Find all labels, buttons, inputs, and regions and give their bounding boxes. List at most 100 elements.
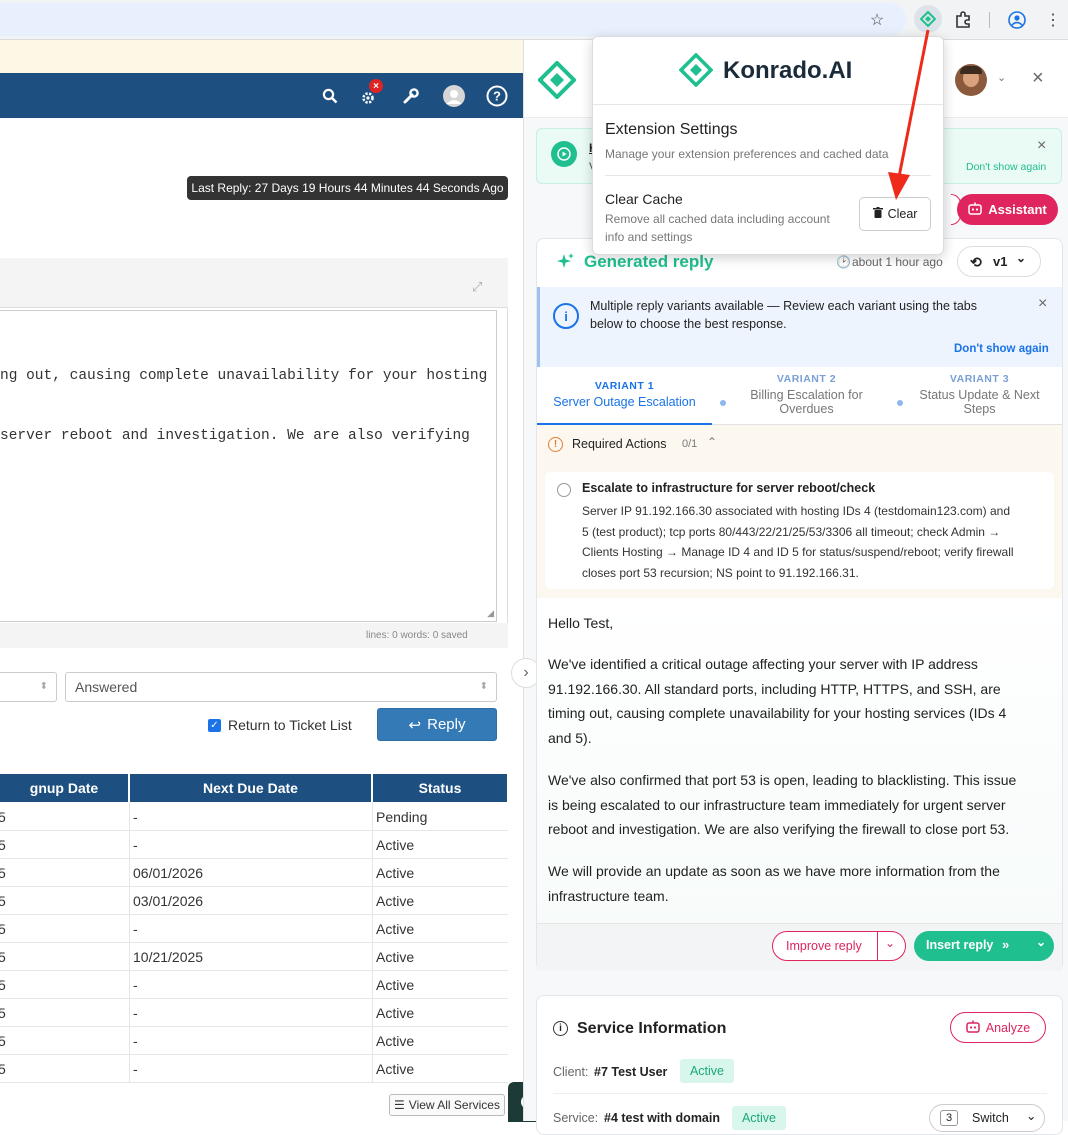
editor-text-line: server reboot and investigation. We are … <box>0 428 470 444</box>
cell-status: Active <box>376 837 415 853</box>
help-icon[interactable]: ? <box>485 84 509 108</box>
cell-next-due-date: - <box>133 977 138 993</box>
cell-status: Active <box>376 893 415 909</box>
table-row[interactable]: 5 - Active <box>0 999 508 1027</box>
editor-footer: lines: 0 words: 0 saved <box>0 623 508 648</box>
return-label: Return to Ticket List <box>228 717 352 733</box>
play-icon[interactable] <box>551 141 577 167</box>
user-menu-chevron-icon[interactable]: ⌄ <box>997 71 1006 84</box>
cell-signup-date: 5 <box>0 1005 6 1021</box>
table-row[interactable]: 5 - Active <box>0 1055 508 1083</box>
table-row[interactable]: 5 03/01/2026 Active <box>0 887 508 915</box>
analyze-button[interactable]: Analyze <box>950 1012 1046 1043</box>
assistant-bot-icon <box>968 202 982 218</box>
version-select[interactable]: ⟲ v1 ⌄ <box>957 246 1041 277</box>
reply-line: is being escalated to our infrastructure… <box>548 796 1006 813</box>
insert-dropdown-chevron-icon[interactable]: ⌄ <box>1036 935 1046 949</box>
tab-title: Server Outage Escalation <box>553 395 696 409</box>
fullscreen-icon[interactable]: ⤢ <box>472 279 482 295</box>
reply-line: We've also confirmed that port 53 is ope… <box>548 772 1017 788</box>
select-arrows-icon: ⬍ <box>479 681 488 692</box>
annotation-arrow-icon <box>888 29 930 200</box>
tab-variant-3[interactable]: VARIANT 3 Status Update & Next Steps <box>897 367 1062 425</box>
view-all-services-button[interactable]: ☰ View All Services <box>389 1094 505 1116</box>
reply-line: and 5). <box>548 729 592 746</box>
avatar-icon[interactable] <box>442 84 466 108</box>
variants-banner-close-icon[interactable]: × <box>1038 295 1047 313</box>
action-line: Server IP 91.192.166.30 associated with … <box>582 504 1011 518</box>
last-reply-badge: Last Reply: 27 Days 19 Hours 44 Minutes … <box>187 176 508 200</box>
table-row[interactable]: 5 06/01/2026 Active <box>0 859 508 887</box>
reply-line: 91.192.166.30. All standard ports, inclu… <box>548 680 1001 697</box>
switch-label: Switch <box>972 1111 1009 1125</box>
editor-toolbar: ⤢ <box>0 258 508 308</box>
reply-body[interactable]: Hello Test, We've identified a critical … <box>537 598 1062 923</box>
profile-icon[interactable] <box>1005 8 1029 32</box>
address-bar[interactable] <box>0 3 906 36</box>
reply-paragraph: We will provide an update as soon as we … <box>548 859 1000 908</box>
cell-next-due-date: 06/01/2026 <box>133 865 204 881</box>
reply-line: We've identified a critical outage affec… <box>548 656 978 672</box>
insert-reply-button[interactable]: Insert reply » ⌄ <box>914 931 1054 961</box>
improve-reply-button[interactable]: Improve reply ⌄ <box>772 931 906 961</box>
collapse-chevron-icon[interactable]: ⌃ <box>707 435 717 449</box>
popup-brand: Konrado.AI <box>723 57 853 84</box>
col-header-next-due[interactable]: Next Due Date <box>130 774 371 802</box>
table-row[interactable]: 5 10/21/2025 Active <box>0 943 508 971</box>
col-header-signup[interactable]: gnup Date <box>0 774 128 802</box>
banner-close-icon[interactable]: × <box>1037 137 1046 155</box>
close-panel-icon[interactable]: × <box>1032 67 1044 90</box>
table-row[interactable]: 5 - Active <box>0 831 508 859</box>
clear-cache-description: Remove all cached data including account… <box>605 210 830 246</box>
analyze-label: Analyze <box>985 1020 1031 1035</box>
client-value[interactable]: #7 Test User <box>594 1065 667 1079</box>
reply-paragraph: We've also confirmed that port 53 is ope… <box>548 768 1016 842</box>
banner-dont-show-link[interactable]: Don't show again <box>966 161 1046 173</box>
extensions-puzzle-icon[interactable] <box>951 8 975 32</box>
resize-handle-icon[interactable]: ◢ <box>487 608 494 619</box>
search-icon[interactable] <box>318 84 342 108</box>
action-line: 5 (test product); tcp ports 80/443/22/21… <box>582 524 1001 539</box>
cell-next-due-date: - <box>133 1061 138 1077</box>
cell-next-due-date: - <box>133 1005 138 1021</box>
cell-signup-date: 5 <box>0 837 6 853</box>
table-row[interactable]: 5 - Active <box>0 971 508 999</box>
tab-variant-1[interactable]: VARIANT 1 Server Outage Escalation <box>537 367 712 425</box>
gears-icon[interactable]: × <box>358 79 383 108</box>
service-value[interactable]: #4 test with domain <box>604 1111 720 1125</box>
editor-textarea[interactable]: ng out, causing complete unavailability … <box>0 310 497 622</box>
wrench-icon[interactable] <box>399 84 423 108</box>
variants-dont-show-link[interactable]: Don't show again <box>954 343 1049 355</box>
user-avatar[interactable] <box>955 64 987 96</box>
action-line: closes port 53 recursion; NS point to 91… <box>582 565 859 580</box>
variants-info-banner: i Multiple reply variants available — Re… <box>537 287 1062 367</box>
reply-button[interactable]: ↩ Reply <box>377 708 497 741</box>
service-status-badge: Active <box>732 1106 786 1130</box>
version-value: v1 <box>993 254 1008 269</box>
reply-arrow-icon: ↩ <box>408 716 422 734</box>
action-checkbox[interactable] <box>557 483 571 497</box>
table-row[interactable]: 5 - Active <box>0 1027 508 1055</box>
table-row[interactable]: 5 - Active <box>0 915 508 943</box>
required-actions-title[interactable]: Required Actions <box>572 437 667 451</box>
cell-status: Pending <box>376 809 428 825</box>
improve-dropdown-chevron-icon[interactable]: ⌄ <box>885 936 895 950</box>
status-select-value: Answered <box>75 679 138 695</box>
col-header-status[interactable]: Status <box>373 774 507 802</box>
switch-service-button[interactable]: 3 Switch ⌄ <box>929 1104 1045 1132</box>
service-info-title: Service Information <box>577 1020 727 1037</box>
variant-tabs: VARIANT 1 Server Outage Escalation VARIA… <box>537 367 1062 425</box>
tab-variant-2[interactable]: VARIANT 2 Billing Escalation for Overdue… <box>720 367 893 425</box>
assistant-button[interactable]: Assistant <box>957 194 1058 225</box>
table-row[interactable]: 5 - Pending <box>0 803 508 831</box>
cell-signup-date: 5 <box>0 949 6 965</box>
return-checkbox[interactable]: ✓ <box>208 719 221 732</box>
cell-status: Active <box>376 1061 415 1077</box>
department-select[interactable]: ⬍ <box>0 672 57 702</box>
toolbar-divider <box>989 12 990 28</box>
cache-desc-line: info and settings <box>605 230 693 244</box>
status-select[interactable]: Answered ⬍ <box>65 672 497 702</box>
tab-label: VARIANT 1 <box>594 380 655 392</box>
history-icon: ⟲ <box>970 254 982 270</box>
more-menu-icon[interactable]: ⋮ <box>1041 8 1065 32</box>
